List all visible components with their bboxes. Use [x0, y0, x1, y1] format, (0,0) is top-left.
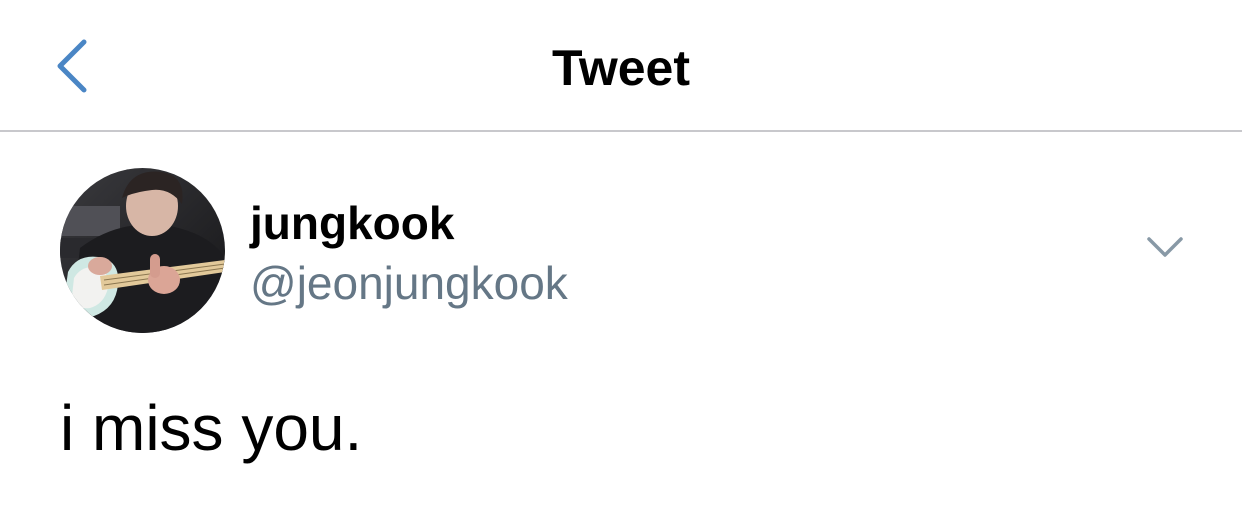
user-handle[interactable]: @jeonjungkook [250, 255, 568, 311]
chevron-down-icon [1147, 237, 1183, 257]
tweet-text: i miss you. [60, 392, 363, 464]
display-name[interactable]: jungkook [250, 195, 454, 251]
avatar[interactable] [60, 168, 225, 333]
page-title: Tweet [552, 40, 690, 96]
nav-bar: Tweet [0, 0, 1242, 132]
tweet-options-button[interactable] [1138, 226, 1192, 272]
avatar-photo [60, 168, 225, 333]
